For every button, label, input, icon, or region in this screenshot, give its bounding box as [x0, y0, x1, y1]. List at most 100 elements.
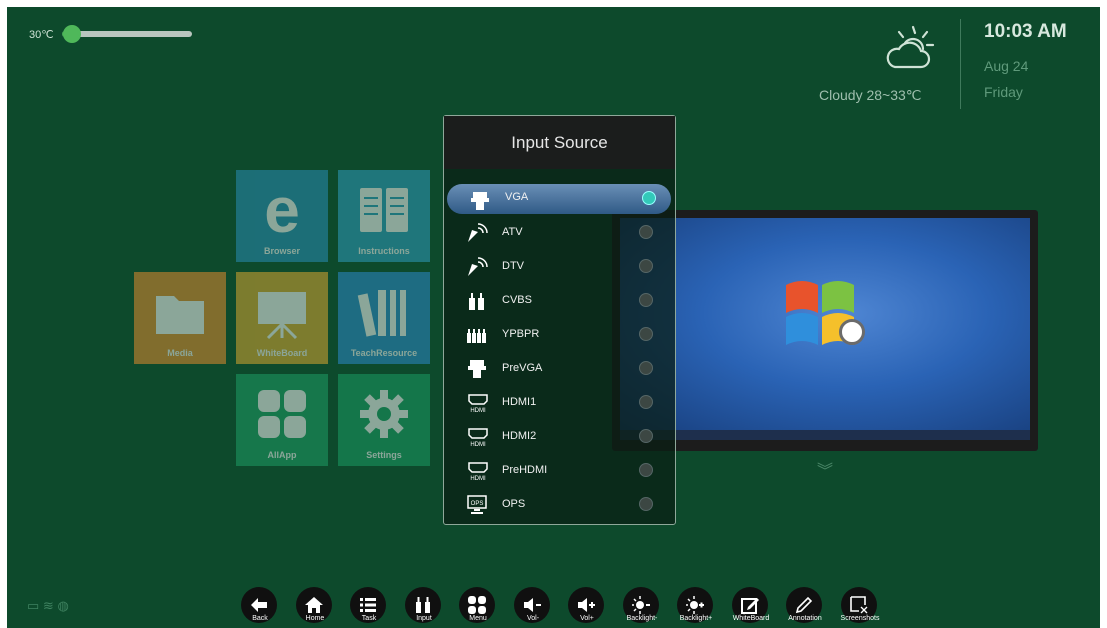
app-tile-whiteboard[interactable]: WhiteBoard: [236, 272, 328, 364]
component-icon: [466, 324, 488, 346]
hdmi-icon: HDMI: [466, 392, 488, 414]
dialog-header: Input Source: [444, 116, 675, 169]
source-option-prevga[interactable]: PreVGA: [444, 352, 675, 386]
touch-icon: ◍: [57, 598, 69, 613]
app-tile-label: Instructions: [358, 246, 410, 256]
source-option-prehdmi[interactable]: HDMI PreHDMI: [444, 454, 675, 488]
source-option-ypbpr[interactable]: YPBPR: [444, 318, 675, 352]
source-radio[interactable]: [639, 463, 653, 477]
screenshot-icon: [850, 596, 868, 614]
source-name: OPS: [502, 498, 526, 510]
app-tile-browser[interactable]: e Browser: [236, 170, 328, 262]
ops-icon: OPS: [466, 494, 488, 516]
preview-taskbar: [620, 430, 1030, 440]
temperature-slider[interactable]: [62, 25, 192, 43]
clock-date: Aug 24: [984, 58, 1029, 74]
source-name: CVBS: [502, 294, 532, 306]
svg-text:e: e: [264, 180, 300, 240]
hdmi-icon: HDMI: [466, 460, 488, 482]
source-name: YPBPR: [502, 328, 540, 340]
toolbar-backlight-down-button[interactable]: Backlight-: [620, 587, 664, 627]
toolbar-volume-up-button[interactable]: Vol+: [565, 587, 609, 627]
source-option-hdmi1[interactable]: HDMI HDMI1: [444, 386, 675, 420]
pen-icon: [795, 596, 813, 614]
source-radio[interactable]: [639, 361, 653, 375]
app-tile-teachresource[interactable]: TeachResource: [338, 272, 430, 364]
app-tile-media[interactable]: Media: [134, 272, 226, 364]
satellite-icon: [466, 222, 488, 244]
hdmi-badge-text: HDMI: [470, 408, 486, 414]
desktop-screen: 30℃ Cloudy 28~33℃ 10:03 AM Aug 24 Friday…: [7, 7, 1100, 628]
temperature-label: 30℃: [29, 29, 54, 41]
source-option-hdmi2[interactable]: HDMI HDMI2: [444, 420, 675, 454]
easel-icon: [258, 292, 306, 340]
rca-icon: [466, 290, 488, 312]
app-tile-label: Browser: [263, 246, 300, 256]
book-icon: [360, 188, 408, 232]
source-option-atv[interactable]: ATV: [444, 216, 675, 250]
source-radio-selected[interactable]: [642, 191, 656, 205]
source-radio[interactable]: [639, 225, 653, 239]
source-radio[interactable]: [639, 327, 653, 341]
source-radio[interactable]: [639, 259, 653, 273]
source-option-cvbs[interactable]: CVBS: [444, 284, 675, 318]
toolbar-menu-button[interactable]: Menu: [456, 587, 500, 627]
source-name: PreHDMI: [502, 464, 548, 476]
satellite-icon: [466, 256, 488, 278]
source-name: PreVGA: [502, 362, 543, 374]
backlight-down-icon: [632, 596, 650, 614]
preview-desktop: [620, 218, 1030, 430]
task-list-icon: [360, 598, 376, 612]
toolbar-backlight-up-button[interactable]: Backlight+: [674, 587, 718, 627]
display-icon: ▭: [27, 598, 40, 613]
home-icon: [305, 597, 323, 613]
ops-badge-text: OPS: [471, 501, 484, 507]
app-tile-label: WhiteBoard: [256, 348, 308, 358]
temperature-slider-knob[interactable]: [63, 25, 82, 43]
toolbar-annotation-button[interactable]: Annotation: [783, 587, 827, 627]
dialog-title: Input Source: [511, 133, 608, 152]
source-radio[interactable]: [639, 497, 653, 511]
source-radio[interactable]: [639, 293, 653, 307]
books-icon: [357, 290, 406, 337]
toolbar-home-button[interactable]: Home: [293, 587, 337, 627]
toolbar-screenshots-button[interactable]: Screenshots: [838, 587, 882, 627]
grid-icon: [258, 390, 306, 438]
toolbar-back-button[interactable]: Back: [238, 587, 282, 627]
folder-icon: [156, 296, 204, 334]
source-radio[interactable]: [639, 429, 653, 443]
app-tile-label: Media: [167, 348, 193, 358]
source-option-vga[interactable]: VGA: [447, 184, 671, 214]
app-tile-label: Settings: [366, 450, 402, 460]
toolbar-volume-down-button[interactable]: Vol-: [511, 587, 555, 627]
browser-icon: e: [264, 180, 300, 240]
back-arrow-icon: [251, 598, 267, 612]
app-tile-instructions[interactable]: Instructions: [338, 170, 430, 262]
source-option-ops[interactable]: OPS OPS: [444, 488, 675, 522]
app-tile-settings[interactable]: Settings: [338, 374, 430, 466]
source-name: HDMI1: [502, 396, 537, 408]
wifi-icon: ≋: [42, 598, 54, 613]
whiteboard-edit-icon: [741, 598, 759, 614]
vga-icon: [466, 358, 488, 380]
toolbar-input-button[interactable]: Input: [402, 587, 446, 627]
weather-condition: Cloudy 28~33℃: [819, 87, 922, 103]
cloudy-weather-icon: [886, 25, 935, 69]
source-name: DTV: [502, 260, 524, 272]
app-tile-label: TeachResource: [350, 348, 418, 358]
input-plug-icon: [416, 597, 430, 613]
toolbar-whiteboard-button[interactable]: WhiteBoard: [729, 587, 773, 627]
clock-day: Friday: [984, 84, 1023, 100]
app-tile-allapp[interactable]: AllApp: [236, 374, 328, 466]
source-name: VGA: [505, 191, 529, 203]
app-tile-label: AllApp: [267, 450, 297, 460]
source-radio[interactable]: [639, 395, 653, 409]
menu-grid-icon: [468, 596, 486, 614]
source-option-dtv[interactable]: DTV: [444, 250, 675, 284]
toolbar-task-button[interactable]: Task: [347, 587, 391, 627]
volume-down-icon: [524, 598, 541, 612]
input-source-dialog: Input Source VGA ATV DTV CVBS YPBPR PreV…: [443, 115, 676, 525]
expand-chevron-icon[interactable]: ︾: [817, 457, 833, 481]
clock-time: 10:03 AM: [984, 21, 1067, 42]
weather-divider: [960, 19, 961, 109]
